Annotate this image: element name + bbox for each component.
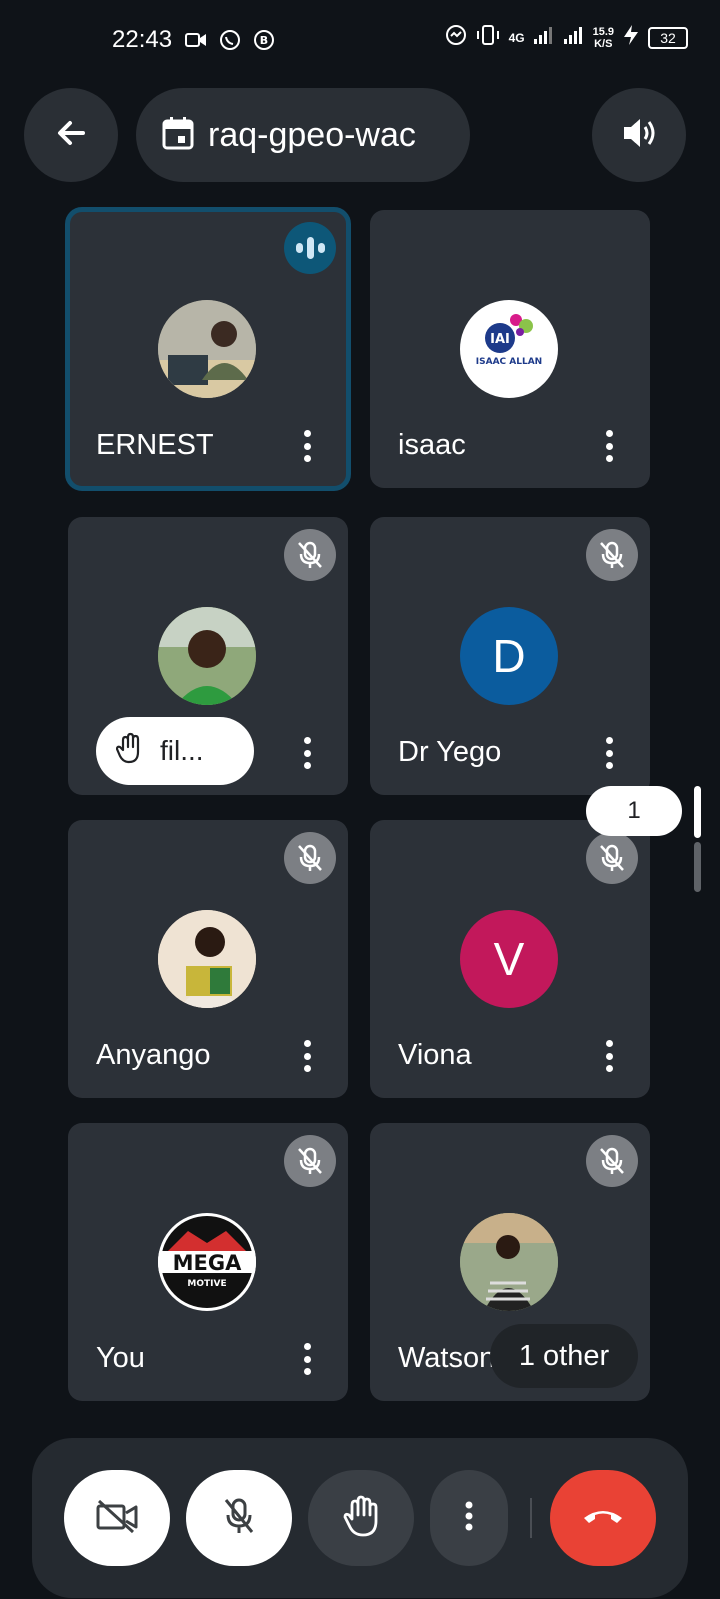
avatar xyxy=(158,910,256,1008)
back-button[interactable] xyxy=(24,88,118,182)
page-indicator: 1 xyxy=(586,786,682,836)
sync-icon xyxy=(445,24,467,51)
avatar-letter: D xyxy=(492,630,526,682)
participant-tile-anyango[interactable]: Anyango xyxy=(68,820,348,1098)
avatar xyxy=(158,300,256,398)
net-speed-value: 15.9 xyxy=(592,25,614,38)
mic-off-icon xyxy=(223,1497,255,1540)
raise-hand-icon xyxy=(343,1495,379,1542)
participant-tile-you[interactable]: MEGA MOTIVE You xyxy=(68,1123,348,1401)
arrow-left-icon xyxy=(53,115,89,156)
avatar xyxy=(460,1213,558,1311)
audio-output-button[interactable] xyxy=(592,88,686,182)
whatsapp-icon xyxy=(218,28,242,52)
meeting-info-button[interactable]: raq-gpeo-wac xyxy=(136,88,470,182)
status-bar: 22:43 B 4G 15.9 K/S 32 xyxy=(0,0,720,80)
participant-name: Anyango xyxy=(96,1039,211,1071)
status-time: 22:43 xyxy=(112,26,173,53)
avatar: IAI ISAAC ALLAN xyxy=(460,300,558,398)
avatar-letter: V xyxy=(493,933,525,985)
raise-hand-button[interactable] xyxy=(308,1470,414,1566)
end-call-button[interactable] xyxy=(550,1470,656,1566)
avatar: MEGA MOTIVE xyxy=(158,1213,256,1311)
participant-name: Viona xyxy=(398,1039,472,1071)
isaac-allan-logo: IAI ISAAC ALLAN xyxy=(476,314,542,367)
speaking-indicator-icon xyxy=(284,222,336,274)
scrollbar-thumb[interactable] xyxy=(694,786,701,838)
speaker-icon xyxy=(620,115,658,156)
participant-name: Watson xyxy=(398,1342,496,1374)
logo-text: MEGA xyxy=(173,1251,242,1275)
scrollbar-track[interactable] xyxy=(694,842,701,892)
participant-photo xyxy=(460,1213,558,1311)
participant-tile-isaac[interactable]: IAI ISAAC ALLAN isaac xyxy=(370,210,650,488)
mic-off-icon xyxy=(284,529,336,581)
avatar xyxy=(158,607,256,705)
calendar-icon xyxy=(162,116,194,155)
more-options-button[interactable] xyxy=(594,426,624,466)
signal-icon xyxy=(533,25,555,50)
mega-motive-logo: MEGA MOTIVE xyxy=(158,1216,256,1308)
meeting-code: raq-gpeo-wac xyxy=(208,115,416,154)
more-options-button[interactable] xyxy=(292,1339,322,1379)
net-speed-unit: K/S xyxy=(594,37,613,50)
raised-hand-indicator: fil... xyxy=(96,717,254,785)
svg-text:B: B xyxy=(260,34,268,47)
net-speed: 15.9 K/S xyxy=(593,26,614,50)
call-control-bar xyxy=(32,1438,688,1598)
mic-off-icon xyxy=(284,832,336,884)
mic-off-icon xyxy=(586,1135,638,1187)
mic-toggle-button[interactable] xyxy=(186,1470,292,1566)
more-vert-icon xyxy=(464,1500,474,1537)
participant-name: isaac xyxy=(398,429,466,461)
charging-icon xyxy=(622,24,640,51)
other-participants-button[interactable]: 1 other xyxy=(490,1324,638,1388)
participant-tile-ernest[interactable]: ERNEST xyxy=(65,207,351,491)
video-notification-icon xyxy=(184,28,208,52)
battery-indicator: 32 xyxy=(648,26,688,49)
more-options-button[interactable] xyxy=(292,1036,322,1076)
more-options-button[interactable] xyxy=(292,733,322,773)
participant-photo xyxy=(158,300,256,398)
logo-caption: MOTIVE xyxy=(187,1279,226,1289)
status-notification-icons: B xyxy=(184,28,276,52)
whatsapp-business-icon: B xyxy=(252,28,276,52)
mic-off-icon xyxy=(586,529,638,581)
participant-name: You xyxy=(96,1342,145,1374)
network-type: 4G xyxy=(508,30,525,45)
participant-name: fil... xyxy=(160,735,204,766)
mic-off-icon xyxy=(586,832,638,884)
more-options-button[interactable] xyxy=(292,426,322,466)
participant-photo xyxy=(158,910,256,1008)
control-divider xyxy=(530,1498,532,1538)
logo-text: IAI xyxy=(490,332,510,347)
hand-icon xyxy=(115,732,144,771)
avatar: D xyxy=(460,607,558,705)
participant-name: Dr Yego xyxy=(398,736,502,768)
avatar: V xyxy=(460,910,558,1008)
signal-icon-2 xyxy=(563,25,585,50)
participant-tile-viona[interactable]: V Viona xyxy=(370,820,650,1098)
more-options-button[interactable] xyxy=(594,733,624,773)
participant-tile-dr-yego[interactable]: D Dr Yego xyxy=(370,517,650,795)
more-options-button[interactable] xyxy=(594,1036,624,1076)
end-call-icon xyxy=(581,1506,625,1531)
vibrate-icon xyxy=(475,24,501,51)
more-actions-button[interactable] xyxy=(430,1470,508,1566)
participant-tile-fil[interactable]: fil... xyxy=(68,517,348,795)
status-right: 4G 15.9 K/S 32 xyxy=(445,24,688,51)
logo-caption: ISAAC ALLAN xyxy=(476,357,542,367)
participant-name: ERNEST xyxy=(96,429,214,461)
video-off-icon xyxy=(95,1498,139,1539)
participant-photo xyxy=(158,607,256,705)
mic-off-icon xyxy=(284,1135,336,1187)
camera-toggle-button[interactable] xyxy=(64,1470,170,1566)
